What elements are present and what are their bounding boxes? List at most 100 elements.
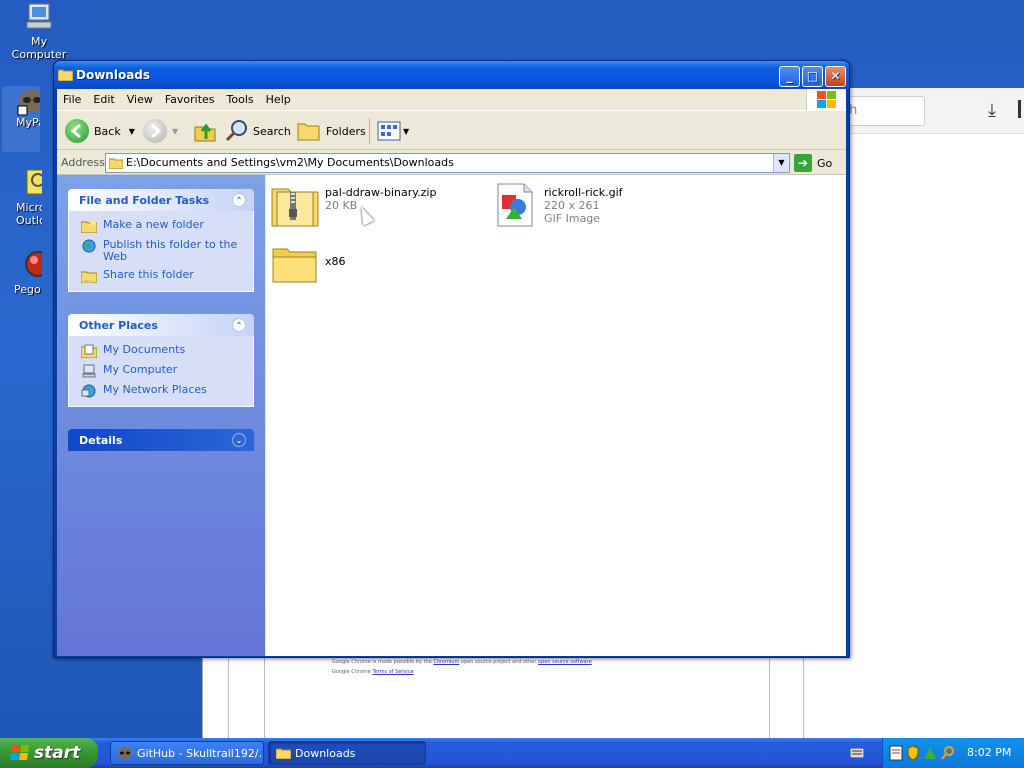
divider <box>769 656 770 740</box>
file-view: pal-ddraw-binary.zip 20 KB rickroll-rick… <box>266 175 846 656</box>
link-text: Publish this folder to the Web <box>103 238 238 263</box>
taskbar-item-github[interactable]: GitHub - Skulltrail192/... <box>110 741 264 765</box>
my-documents-icon <box>81 344 97 358</box>
menu-favorites[interactable]: Favorites <box>159 89 221 106</box>
desktop-icon-label: Microsoft Outlook <box>16 201 42 227</box>
my-computer-icon <box>82 364 96 378</box>
task-label: Downloads <box>295 747 356 760</box>
up-folder-button[interactable] <box>193 117 217 145</box>
file-item[interactable]: pal-ddraw-binary.zip 20 KB <box>271 183 436 227</box>
minimize-button[interactable]: _ <box>779 66 800 87</box>
make-new-folder-link[interactable]: Make a new folder <box>81 219 247 233</box>
start-button[interactable]: start <box>0 738 98 768</box>
folders-icon <box>297 123 320 141</box>
chromium-link[interactable]: Chromium <box>433 659 459 665</box>
menu-help[interactable]: Help <box>260 89 297 106</box>
clock[interactable]: 8:02 PM <box>967 746 1011 759</box>
my-computer-icon <box>26 3 52 29</box>
my-computer-link[interactable]: My Computer <box>81 364 247 378</box>
up-folder-icon <box>194 123 216 142</box>
expand-chevron-icon[interactable]: ⌄ <box>232 433 246 447</box>
panel-title: Other Places <box>79 319 158 332</box>
folders-button[interactable]: Folders <box>297 117 366 145</box>
desktop-icon-label: Pego <box>14 283 41 296</box>
window-title: Downloads <box>76 68 151 82</box>
desktop-icon-mypal[interactable]: MyPal 6 <box>2 86 40 152</box>
menu-edit[interactable]: Edit <box>87 89 120 106</box>
divider <box>264 656 265 740</box>
oss-link[interactable]: open source software <box>538 659 592 665</box>
zip-folder-icon <box>271 188 319 227</box>
link-text: Make a new folder <box>103 218 204 231</box>
desktop-icon-my-computer[interactable]: My Computer <box>4 2 74 61</box>
tray-search-icon[interactable] <box>941 745 955 761</box>
search-button[interactable]: Search <box>225 117 291 145</box>
folder-item[interactable]: x86 <box>271 241 346 285</box>
address-input[interactable]: E:\Documents and Settings\vm2\My Documen… <box>105 153 790 173</box>
network-icon[interactable] <box>923 745 937 761</box>
other-places-panel: Other Places ⌃ My Documents My Computer … <box>68 314 254 407</box>
menu-view[interactable]: View <box>121 89 159 106</box>
divider <box>803 656 804 740</box>
pego-icon <box>25 251 42 277</box>
details-header[interactable]: Details ⌄ <box>68 429 254 451</box>
file-name: pal-ddraw-binary.zip <box>325 186 437 199</box>
desktop-icon-outlook[interactable]: Microsoft Outlook <box>4 168 42 227</box>
share-folder-icon <box>81 271 97 283</box>
file-item[interactable]: rickroll-rick.gif 220 x 261 GIF Image <box>490 183 623 227</box>
back-dropdown-icon[interactable]: ▼ <box>129 127 135 136</box>
desktop-icon-pego[interactable]: Pego <box>4 250 42 296</box>
forward-dropdown-icon: ▼ <box>172 126 179 136</box>
divider <box>228 656 229 740</box>
panel-title: File and Folder Tasks <box>79 194 210 207</box>
file-type: GIF Image <box>544 212 601 225</box>
menu-bar: File Edit View Favorites Tools Help <box>57 89 846 111</box>
taskbar: start GitHub - Skulltrail192/... Downloa… <box>0 738 1024 768</box>
folders-label: Folders <box>326 124 366 138</box>
back-button[interactable]: Back ▼ <box>65 117 135 145</box>
other-places-header[interactable]: Other Places ⌃ <box>68 314 254 336</box>
address-dropdown-button[interactable]: ▼ <box>773 154 789 172</box>
footer-text: Google Chrome is made possible by the <box>332 659 434 665</box>
outlook-icon <box>26 169 42 195</box>
browser-footer: Google Chrome is made possible by the Ch… <box>332 657 592 677</box>
taskbar-item-downloads[interactable]: Downloads <box>268 741 426 765</box>
globe-icon <box>82 239 96 253</box>
go-label: Go <box>817 156 833 170</box>
my-documents-link[interactable]: My Documents <box>81 344 247 358</box>
details-panel: Details ⌄ <box>68 429 254 451</box>
window-frame: File Edit View Favorites Tools Help Back ▼ ▼ … <box>57 89 846 656</box>
start-label: start <box>34 743 81 763</box>
network-places-icon <box>81 384 96 398</box>
my-network-places-link[interactable]: My Network Places <box>81 384 247 398</box>
tos-link[interactable]: Terms of Service <box>372 669 413 675</box>
back-label: Back <box>94 124 121 138</box>
menu-file[interactable]: File <box>57 89 87 106</box>
footer-text: Google Chrome <box>332 669 373 675</box>
title-bar[interactable]: Downloads _ □ ✕ <box>54 61 849 89</box>
back-arrow-icon <box>65 119 89 143</box>
go-button[interactable]: ➔ Go <box>794 153 844 173</box>
menu-tools[interactable]: Tools <box>221 89 260 106</box>
desktop-icon-label: My Computer <box>11 35 67 61</box>
file-folder-tasks-header[interactable]: File and Folder Tasks ⌃ <box>68 189 254 211</box>
folder-icon <box>109 158 123 169</box>
gif-image-icon <box>497 183 533 227</box>
address-bar: Address E:\Documents and Settings\vm2\My… <box>57 151 846 175</box>
views-button[interactable]: ▼ <box>377 117 409 145</box>
download-icon[interactable]: ⤓ <box>988 100 996 121</box>
close-button[interactable]: ✕ <box>825 66 846 87</box>
publish-folder-link[interactable]: Publish this folder to the Web <box>81 239 247 263</box>
browser-menu-icon[interactable] <box>1018 100 1021 118</box>
collapse-chevron-icon[interactable]: ⌃ <box>232 193 246 207</box>
security-shield-icon[interactable] <box>907 745 919 761</box>
link-text: My Computer <box>103 363 178 376</box>
raccoon-browser-icon <box>118 747 132 759</box>
forward-button[interactable]: ▼ <box>143 117 178 145</box>
address-label: Address <box>61 156 105 169</box>
share-folder-link[interactable]: Share this folder <box>81 269 247 283</box>
maximize-button[interactable]: □ <box>802 66 823 87</box>
collapse-chevron-icon[interactable]: ⌃ <box>232 318 246 332</box>
tray-app-icon[interactable] <box>889 745 903 761</box>
keyboard-icon[interactable] <box>850 748 864 758</box>
